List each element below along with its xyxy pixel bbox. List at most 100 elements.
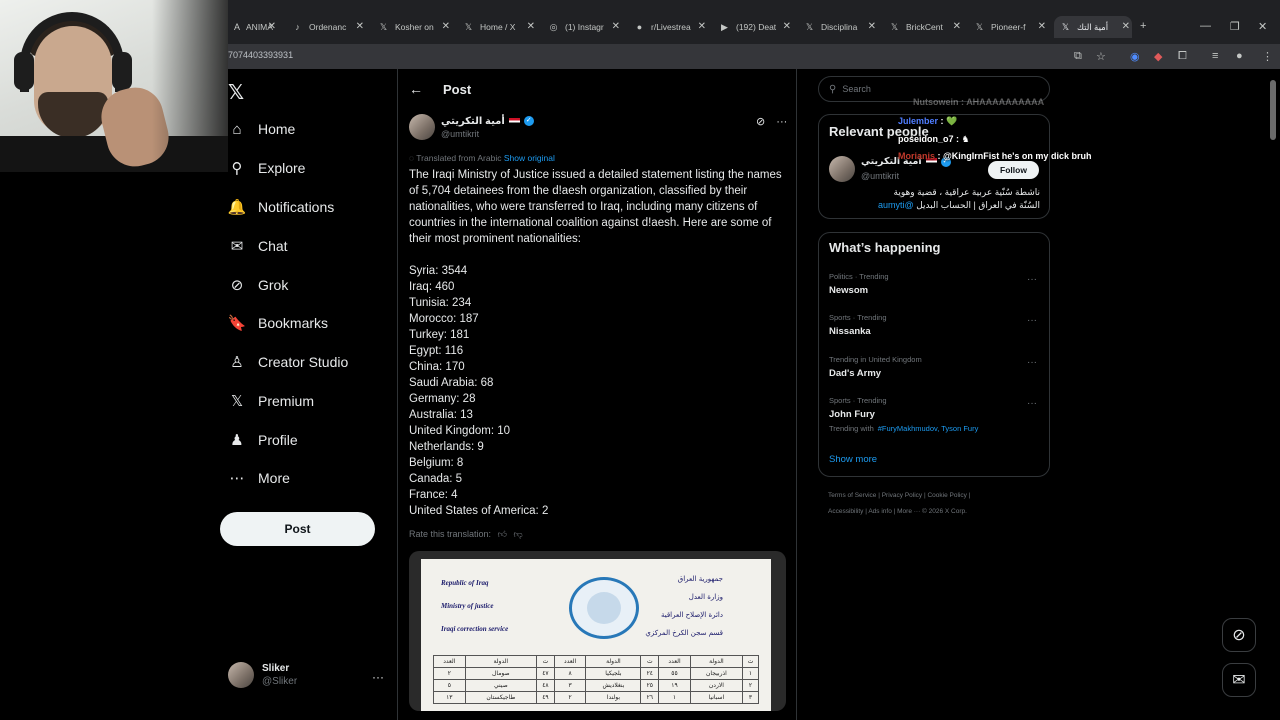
trend-extra-links[interactable]: #FuryMakhmudov, Tyson Fury [878, 424, 979, 433]
show-original-link[interactable]: Show original [504, 153, 555, 163]
browser-tab[interactable]: 𝕏 Home / X ✕ [457, 16, 537, 38]
back-arrow-icon[interactable]: ← [409, 81, 423, 97]
account-switcher[interactable]: Sliker @Sliker [228, 662, 297, 688]
grok-icon[interactable]: ⊘ [1222, 618, 1256, 652]
menu-kebab-icon[interactable]: ⋮ [1262, 50, 1273, 63]
url-field[interactable]: 7074403393931 [228, 50, 293, 60]
nav-item-more[interactable]: ⋯ More [228, 463, 290, 493]
author-handle[interactable]: @umtikrit [441, 129, 534, 139]
nav-item-label: Premium [258, 393, 315, 409]
trend-item[interactable]: Politics · Trending Newsom [829, 272, 889, 296]
author-name[interactable]: أمية التكريتي [441, 116, 505, 127]
nav-item-bookmarks[interactable]: 🔖 Bookmarks [228, 308, 328, 338]
browser-tab[interactable]: 𝕏 أمية التك ✕ [1054, 16, 1132, 38]
minimize-icon[interactable]: — [1200, 20, 1211, 32]
bookmarks-icon: 🔖 [227, 315, 247, 332]
browser-tab[interactable]: 𝕏 BrickCent ✕ [883, 16, 963, 38]
tab-label: Ordenanc [309, 22, 347, 32]
trend-more-icon[interactable]: ··· [1027, 274, 1037, 285]
nav-item-premium[interactable]: 𝕏 Premium [228, 386, 314, 416]
extensions-puzzle-icon[interactable]: ⧠ [1178, 50, 1187, 63]
x-logo-icon[interactable]: 𝕏 [228, 80, 244, 105]
table-cell: ٢ [742, 679, 759, 692]
nav-item-label: Bookmarks [258, 315, 329, 331]
browser-tab[interactable]: ● r/Livestrea ✕ [628, 16, 708, 38]
bio-mention-link[interactable]: @aumyti [878, 200, 914, 210]
trend-item[interactable]: Sports · Trending Nissanka [829, 313, 887, 337]
scrollbar[interactable] [1270, 80, 1276, 140]
nav-item-profile[interactable]: ♟ Profile [228, 425, 297, 455]
nav-item-home[interactable]: ⌂ Home [228, 114, 295, 144]
avatar[interactable] [829, 156, 855, 182]
document-en-line: Ministry of justice [441, 602, 494, 610]
bookmark-star-icon[interactable]: ☆ [1096, 50, 1106, 63]
browser-tab[interactable]: ◎ (1) Instagr ✕ [542, 16, 622, 38]
more-options-icon[interactable]: ··· [776, 116, 787, 128]
tab-close-icon[interactable]: ✕ [868, 21, 876, 32]
trend-topic: Dad's Army [829, 368, 882, 379]
media-icon[interactable]: ≡ [1212, 50, 1218, 62]
page-title: Post [443, 81, 472, 97]
thumbs-up-icon[interactable]: 👍︎ [498, 529, 507, 539]
trend-item[interactable]: Sports · Trending John Fury Trending with #… [829, 396, 978, 433]
post-author[interactable]: أمية التكريتي ✓ @umtikrit [409, 114, 534, 140]
browser-tab[interactable]: ▶ (192) Deat ✕ [713, 16, 793, 38]
nav-item-explore[interactable]: ⚲ Explore [228, 153, 306, 183]
tab-close-icon[interactable]: ✕ [783, 21, 791, 32]
extension-icon[interactable]: ◉ [1130, 50, 1140, 63]
maximize-icon[interactable]: ❐ [1230, 20, 1240, 33]
table-cell: بولندا [585, 691, 642, 704]
chat-text: ♞ [961, 134, 970, 144]
profile-icon[interactable]: ● [1236, 50, 1243, 62]
list-item: Tunisia: 234 [409, 297, 472, 309]
trend-item[interactable]: Trending in United Kingdom Dad's Army [829, 355, 922, 379]
nav-item-notifications[interactable]: 🔔 Notifications [228, 192, 335, 222]
tab-close-icon[interactable]: ✕ [442, 21, 450, 32]
extension-icon[interactable]: ◆ [1154, 50, 1162, 63]
browser-tab[interactable]: 𝕏 Disciplina ✕ [798, 16, 878, 38]
tab-favicon-icon: 𝕏 [379, 21, 388, 32]
table-row: ٥ صيني ٤٨ ٣ بنغلاديش ٢٥ ١٩ الاردن ٢ [433, 679, 759, 692]
tab-favicon-icon: ♪ [295, 22, 300, 32]
tab-close-icon[interactable]: ✕ [953, 21, 961, 32]
browser-tab[interactable]: 𝕏 Kosher on ✕ [372, 16, 452, 38]
nav-item-grok[interactable]: ⊘ Grok [228, 270, 289, 300]
show-more-link[interactable]: Show more [829, 454, 877, 465]
nav-item-label: Explore [258, 160, 306, 176]
translation-notice: ◌ Translated from Arabic Show original [409, 153, 555, 163]
post-image[interactable]: Republic of Iraq Ministry of justice Ira… [409, 551, 786, 711]
new-tab-button[interactable]: + [1140, 20, 1146, 32]
trend-more-icon[interactable]: ··· [1027, 315, 1037, 326]
person-handle[interactable]: @umtikrit [861, 171, 899, 181]
table-cell: ت [640, 655, 660, 668]
tab-favicon-icon: 𝕏 [975, 21, 984, 32]
avatar[interactable] [409, 114, 435, 140]
thumbs-down-icon[interactable]: 👎︎ [513, 529, 522, 539]
browser-tab[interactable]: ♪ Ordenanc ✕ [286, 16, 366, 38]
more-icon[interactable]: ··· [372, 670, 384, 684]
grok-icon[interactable]: ⊘ [756, 116, 765, 128]
post-button[interactable]: Post [220, 512, 375, 546]
nav-item-creator-studio[interactable]: ♙ Creator Studio [228, 347, 348, 377]
tab-close-icon[interactable]: ✕ [1038, 21, 1046, 32]
tab-close-icon[interactable]: ✕ [356, 21, 364, 32]
table-cell: الدولة [464, 655, 538, 668]
tab-close-icon[interactable]: ✕ [698, 21, 706, 32]
tab-close-icon[interactable]: ✕ [268, 21, 276, 32]
follow-button[interactable]: Follow [988, 161, 1039, 179]
trend-more-icon[interactable]: ··· [1027, 357, 1037, 368]
messages-icon[interactable]: ✉ [1222, 663, 1256, 697]
nav-item-chat[interactable]: ✉ Chat [228, 231, 288, 261]
trend-more-icon[interactable]: ··· [1027, 398, 1037, 409]
tab-close-icon[interactable]: ✕ [1122, 21, 1130, 32]
tab-close-icon[interactable]: ✕ [527, 21, 535, 32]
browser-tab[interactable]: 𝕏 Pioneer-f ✕ [968, 16, 1048, 38]
footer-links[interactable]: Terms of Service | Privacy Policy | Cook… [828, 492, 970, 499]
tab-close-icon[interactable]: ✕ [612, 21, 620, 32]
rate-label: Rate this translation: [409, 529, 492, 539]
footer-links[interactable]: Accessibility | Ads info | More ··· © 20… [828, 508, 967, 515]
install-icon[interactable]: ⧉ [1074, 50, 1082, 63]
close-window-icon[interactable]: ✕ [1258, 20, 1267, 33]
list-item: Morocco: 187 [409, 313, 479, 325]
browser-tab[interactable]: A ANIMA ✕ [228, 16, 278, 38]
